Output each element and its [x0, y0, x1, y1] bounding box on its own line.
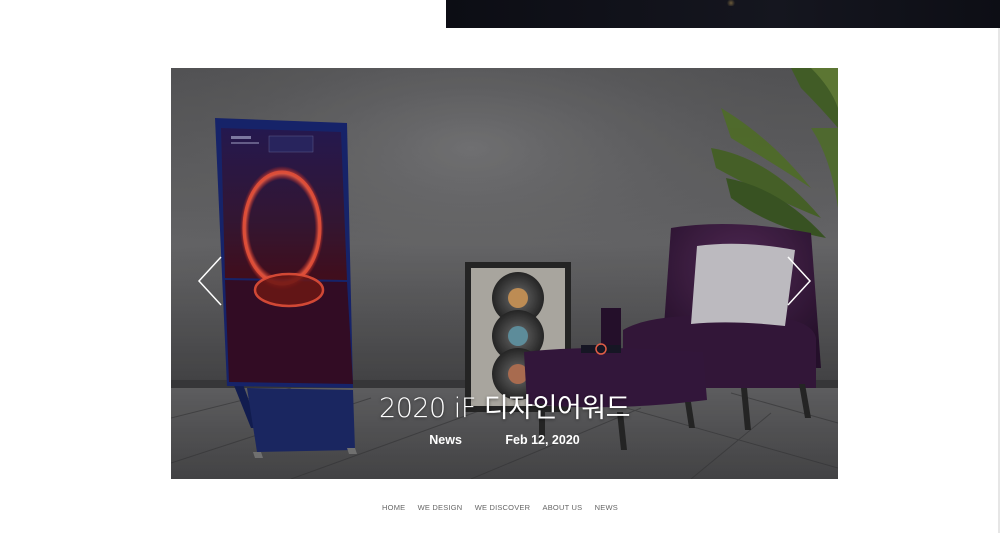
- top-banner-image: [446, 0, 1000, 28]
- hero-slider: 2020 iF 디자인어워드 News Feb 12, 2020: [171, 68, 838, 479]
- chevron-left-icon: [197, 256, 222, 306]
- footer-nav-about-us[interactable]: ABOUT US: [543, 503, 583, 512]
- slide-category: News: [429, 433, 462, 447]
- footer-nav-we-discover[interactable]: WE DISCOVER: [475, 503, 531, 512]
- footer-nav-home[interactable]: HOME: [382, 503, 405, 512]
- slide-meta: News Feb 12, 2020: [171, 433, 838, 447]
- footer-nav-news[interactable]: NEWS: [595, 503, 618, 512]
- banner-glint: [726, 0, 736, 6]
- slide-date: Feb 12, 2020: [505, 433, 580, 447]
- slider-next-button[interactable]: [782, 253, 816, 309]
- footer-nav-we-design[interactable]: WE DESIGN: [418, 503, 463, 512]
- slide-caption: 2020 iF 디자인어워드 News Feb 12, 2020: [171, 386, 838, 447]
- footer-nav: HOME WE DESIGN WE DISCOVER ABOUT US NEWS: [0, 503, 1000, 512]
- chevron-right-icon: [787, 256, 812, 306]
- slide-title[interactable]: 2020 iF 디자인어워드: [171, 386, 838, 425]
- slider-prev-button[interactable]: [193, 253, 227, 309]
